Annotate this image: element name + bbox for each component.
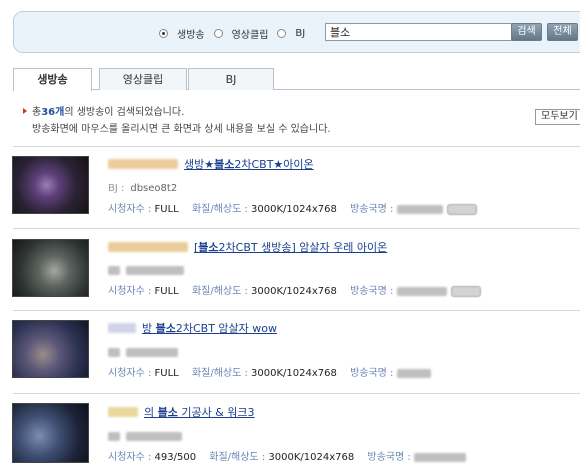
summary-prefix: 총 (32, 107, 42, 118)
quality-value: 3000K/1024x768 (251, 286, 337, 297)
title-highlight: ★블소 (204, 158, 235, 171)
viewers-value: FULL (154, 368, 179, 379)
channel-label: 방송국명 : (367, 452, 414, 463)
radio-live-label: 생방송 (177, 30, 205, 41)
viewers-label: 시청자수 : (108, 286, 155, 297)
tab-bj[interactable]: BJ (188, 68, 274, 90)
bj-id[interactable]: dbseo8t2 (130, 183, 177, 194)
result-count: 36개 (41, 107, 65, 118)
blurred-channel-name (396, 204, 443, 214)
channel-label: 방송국명 : (350, 286, 397, 297)
viewers-label: 시청자수 : (108, 368, 155, 379)
blurred-badge (446, 203, 477, 215)
title-highlight: 블소 (157, 406, 178, 419)
bj-label: BJ : (108, 183, 125, 194)
result-thumbnail[interactable] (12, 320, 89, 378)
result-thumbnail[interactable] (12, 403, 89, 463)
title-post: 기공사 & 워크3 (177, 406, 255, 419)
result-bj-row (108, 348, 178, 357)
blurred-broadcaster-name (108, 242, 188, 252)
result-title-row: 의 블소 기공사 & 워크3 (108, 404, 255, 420)
blurred-bj-label (108, 266, 120, 275)
result-meta-row: 시청자수 : FULL 화질/해상도 : 3000K/1024x768 방송국명… (108, 200, 477, 215)
summary-suffix: 의 생방송이 검색되었습니다. (64, 107, 185, 118)
title-pre: 의 (144, 406, 158, 419)
blurred-bj-id (126, 432, 182, 441)
result-title-link[interactable]: [블소2차CBT 생방송] 암살자 우레 아이온 (194, 239, 387, 255)
blurred-channel-name (396, 286, 447, 296)
result-divider (13, 310, 580, 311)
result-divider (13, 146, 580, 147)
search-type-options: 생방송 영상클립 BJ (159, 26, 314, 41)
tab-clip[interactable]: 영상클립 (99, 68, 187, 90)
blurred-broadcaster-name (108, 159, 178, 169)
search-button[interactable]: 검색 (511, 23, 542, 41)
result-summary: 총 36개 의 생방송이 검색되었습니다. 방송화면에 마우스를 올리시면 큰 … (23, 104, 331, 135)
result-title-row: 생방★블소2차CBT★아이온 (108, 156, 314, 172)
result-bj-row (108, 432, 182, 441)
search-input[interactable] (325, 23, 519, 41)
result-title-row: 방 블소2차CBT 암살자 wow (108, 320, 277, 336)
result-title-link[interactable]: 의 블소 기공사 & 워크3 (144, 404, 255, 420)
result-divider (13, 228, 580, 229)
blurred-broadcaster-name (108, 323, 136, 333)
tab-live[interactable]: 생방송 (13, 68, 92, 91)
quality-label: 화질/해상도 : (191, 286, 252, 297)
all-button[interactable]: 전체 (547, 23, 578, 41)
view-all-button[interactable]: 모두보기 (535, 109, 580, 125)
result-meta-row: 시청자수 : FULL 화질/해상도 : 3000K/1024x768 방송국명… (108, 364, 431, 379)
quality-label: 화질/해상도 : (191, 204, 252, 215)
quality-value: 3000K/1024x768 (251, 368, 337, 379)
result-title-link[interactable]: 방 블소2차CBT 암살자 wow (142, 320, 277, 336)
title-highlight: 블소 (198, 241, 219, 254)
title-post: 2차CBT 암살자 wow (175, 322, 278, 335)
blurred-badge (450, 285, 481, 297)
result-meta-row: 시청자수 : FULL 화질/해상도 : 3000K/1024x768 방송국명… (108, 282, 481, 297)
radio-clip-circle[interactable] (213, 29, 223, 38)
result-tabs: 생방송 영상클립 BJ (13, 68, 580, 91)
result-divider (13, 393, 580, 394)
blurred-channel-name (413, 452, 466, 462)
blurred-bj-id (126, 348, 178, 357)
title-post: 2차CBT 생방송] 암살자 우레 아이온 (218, 241, 388, 254)
blurred-broadcaster-name (108, 407, 138, 417)
blurred-channel-name (396, 368, 431, 378)
viewers-value: FULL (154, 204, 179, 215)
radio-bj-label: BJ (295, 28, 306, 39)
radio-clip-label: 영상클립 (231, 30, 269, 41)
radio-live-circle[interactable] (159, 29, 168, 38)
channel-label: 방송국명 : (350, 204, 397, 215)
result-title-row: [블소2차CBT 생방송] 암살자 우레 아이온 (108, 239, 387, 255)
result-thumbnail[interactable] (12, 239, 89, 297)
title-pre: 방 (142, 322, 156, 335)
title-pre: 생방 (184, 158, 205, 171)
blurred-bj-label (108, 432, 120, 441)
quality-label: 화질/해상도 : (191, 368, 252, 379)
radio-live[interactable]: 생방송 (159, 26, 205, 41)
radio-clip[interactable]: 영상클립 (213, 26, 269, 41)
summary-line: 총 36개 의 생방송이 검색되었습니다. (23, 104, 331, 118)
radio-bj[interactable]: BJ (277, 28, 305, 39)
hover-hint: 방송화면에 마우스를 올리시면 큰 화면과 상세 내용을 보실 수 있습니다. (32, 124, 331, 135)
viewers-value: 493/500 (154, 452, 197, 463)
bullet-icon (23, 107, 27, 114)
title-highlight: 블소 (155, 322, 176, 335)
radio-bj-circle[interactable] (277, 29, 287, 38)
result-bj-row: BJ : dbseo8t2 (108, 183, 177, 194)
viewers-label: 시청자수 : (108, 204, 155, 215)
quality-value: 3000K/1024x768 (251, 204, 337, 215)
title-post: 2차CBT★아이온 (234, 158, 314, 171)
blurred-bj-id (126, 266, 184, 275)
result-title-link[interactable]: 생방★블소2차CBT★아이온 (184, 156, 314, 172)
search-panel: 생방송 영상클립 BJ 검색 전체 (13, 11, 580, 53)
blurred-bj-label (108, 348, 120, 357)
channel-label: 방송국명 : (350, 368, 397, 379)
viewers-value: FULL (154, 286, 179, 297)
quality-label: 화질/해상도 : (209, 452, 269, 463)
result-thumbnail[interactable] (12, 156, 89, 214)
viewers-label: 시청자수 : (108, 452, 155, 463)
quality-value: 3000K/1024x768 (268, 452, 355, 463)
result-bj-row (108, 266, 184, 275)
result-meta-row: 시청자수 : 493/500 화질/해상도 : 3000K/1024x768 방… (108, 448, 466, 463)
